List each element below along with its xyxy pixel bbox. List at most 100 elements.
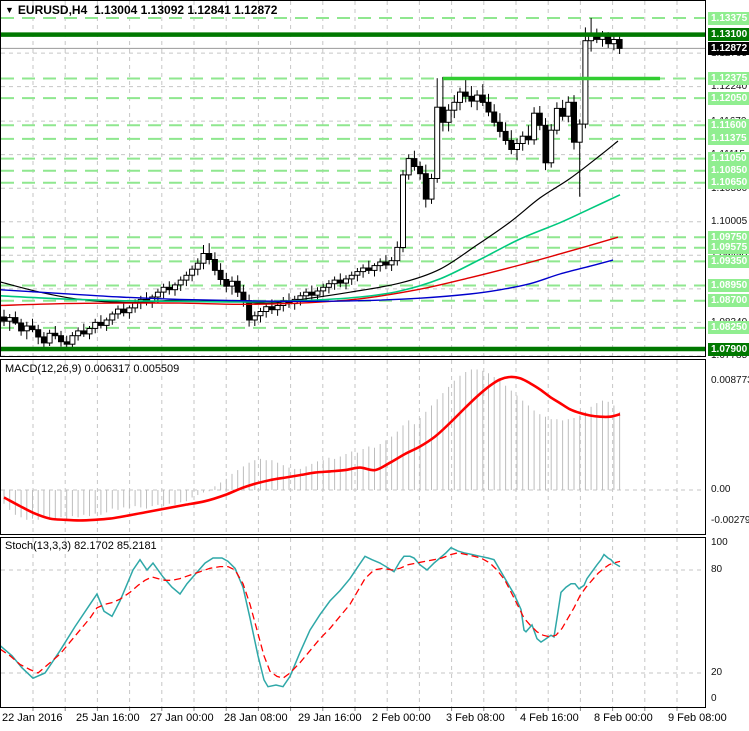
candle-bullish [274,305,281,311]
candle-bearish [571,101,577,143]
candle-bearish [58,335,64,343]
candle-bullish [320,286,327,292]
candle-bearish [439,106,446,123]
symbol-collapse-arrow-icon[interactable]: ▼ [5,5,14,15]
level-price-label[interactable]: 1.08950 [708,279,749,293]
level-price-label[interactable]: 1.08700 [708,294,749,308]
chart-symbol-period: EURUSD,H4 [17,3,88,17]
candle-bullish [325,283,332,288]
level-price-label[interactable]: 1.10650 [708,176,749,190]
candle-bullish [371,265,378,271]
candle-bullish [6,317,13,322]
candle-bearish [468,95,475,102]
candle-bearish [63,341,70,345]
candle-bullish [428,178,435,200]
level-price-label[interactable]: 1.09350 [708,254,749,268]
level-price-label[interactable]: 1.12050 [708,91,749,105]
candle-bullish [388,260,395,266]
candle-bullish [514,143,520,150]
candle-bearish [417,165,424,175]
candle-bullish [360,267,367,273]
candle-bearish [308,291,315,296]
candle-bullish [405,158,412,176]
stoch-axis-label: 80 [711,563,723,575]
candle-bullish [263,306,270,313]
candle-bullish [183,274,190,281]
candle-bearish [206,253,213,260]
candle-bearish [365,267,372,271]
candle-bearish [80,330,87,335]
candle-bearish [542,124,549,164]
candle-bearish [422,173,429,200]
level-price-label[interactable]: 1.11600 [708,118,749,132]
price-panel[interactable] [0,1,706,356]
candle-bearish [234,280,241,293]
stoch-axis-label: 20 [711,666,723,678]
time-axis-label: 22 Jan 2016 [2,712,63,724]
stoch-panel[interactable] [0,538,705,707]
candle-bullish [75,330,82,337]
macd-panel[interactable] [1,360,705,534]
candle-bullish [445,109,452,123]
chart-title: ▼ EURUSD,H4 1.13004 1.13092 1.12841 1.128… [5,3,277,17]
candle-bearish [491,111,498,123]
candle-bullish [394,246,401,262]
stoch-indicator-label: Stoch(13,3,3) 82.1702 85.2181 [5,540,157,552]
level-price-label[interactable]: 1.11375 [708,132,749,146]
macd-signal-line [3,375,621,522]
candle-bearish [559,107,566,117]
candle-bullish [343,278,349,284]
mt4-chart-window: ▼ EURUSD,H4 1.13004 1.13092 1.12841 1.128… [0,0,749,731]
level-price-label[interactable]: 1.10850 [708,164,749,178]
candle-bearish [496,121,503,132]
candle-bullish [172,284,178,291]
candle-bullish [565,101,572,117]
candle-bullish [109,313,116,321]
candle-bearish [166,286,173,291]
time-axis-label: 2 Feb 00:00 [372,712,431,724]
key-level-price-label[interactable]: 1.07900 [708,342,749,356]
candle-bearish [1,316,7,322]
candle-bearish [97,321,104,326]
time-axis-label: 28 Jan 08:00 [224,712,288,724]
time-axis-label: 25 Jan 16:00 [76,712,140,724]
candle-bullish [160,286,167,293]
candle-bullish [610,39,617,45]
candle-bullish [126,307,133,314]
candle-bullish [303,291,310,297]
macd-axis-label: -0.00279 [711,514,749,526]
candle-bullish [457,91,463,103]
candle-bullish [23,325,30,332]
price-grid-label: 1.10005 [711,216,748,228]
time-axis-label: 3 Feb 08:00 [446,712,505,724]
candle-bullish [474,94,481,102]
candle-bullish [451,101,458,111]
level-price-label[interactable]: 1.09575 [708,241,749,255]
current-price-label: 1.12872 [708,41,749,55]
candle-bullish [548,129,555,164]
candle-bearish [211,259,218,271]
candle-bullish [314,290,321,296]
candle-bullish [348,274,355,280]
candle-bullish [69,335,76,345]
candle-bullish [434,106,441,179]
candle-bearish [40,336,47,344]
candle-bearish [479,94,486,103]
candle-bullish [257,311,264,317]
candle-bullish [132,302,139,309]
candle-bullish [400,174,406,248]
level-price-label[interactable]: 1.13375 [708,11,749,25]
level-price-label[interactable]: 1.11050 [708,152,749,166]
level-price-label[interactable]: 1.08250 [708,321,749,335]
candle-bullish [92,321,99,329]
candle-bearish [240,291,247,302]
candle-bullish [553,107,560,131]
candle-bullish [86,328,93,335]
key-level-price-label[interactable]: 1.13100 [708,28,749,42]
level-price-label[interactable]: 1.12375 [708,71,749,85]
candle-bearish [382,261,389,266]
candle-bullish [200,253,207,264]
stoch-axis-label: 0 [711,692,717,704]
time-axis-label: 27 Jan 00:00 [150,712,214,724]
candle-bullish [331,279,338,285]
